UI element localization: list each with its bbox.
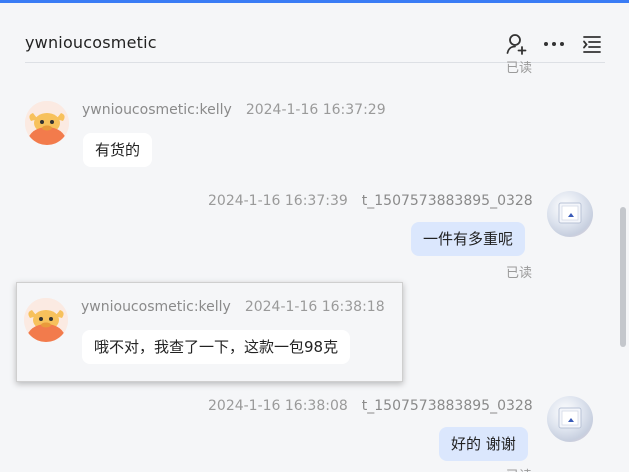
message-meta: 2024-1-16 16:38:08 t_1507573883895_0328 — [208, 398, 533, 414]
avatar[interactable] — [547, 191, 593, 237]
avatar[interactable] — [547, 396, 593, 442]
message-time: 2024-1-16 16:38:08 — [208, 398, 348, 414]
message-meta: ywnioucosmetic:kelly 2024-1-16 16:38:18 — [81, 299, 385, 315]
message-bubble[interactable]: 好的 谢谢 — [439, 427, 528, 461]
message-bubble[interactable]: 有货的 — [83, 133, 153, 167]
sender-name: ywnioucosmetic:kelly — [81, 299, 231, 315]
message-time: 2024-1-16 16:37:39 — [208, 193, 348, 209]
message-meta: ywnioucosmetic:kelly 2024-1-16 16:37:29 — [82, 102, 386, 118]
message-time: 2024-1-16 16:37:29 — [245, 102, 386, 118]
more-icon[interactable] — [542, 32, 566, 56]
add-user-icon[interactable] — [505, 32, 529, 56]
list-menu-icon[interactable] — [580, 32, 604, 56]
read-status: 已读 — [506, 465, 532, 472]
chat-title: ywnioucosmetic — [25, 33, 157, 52]
message-meta: 2024-1-16 16:37:39 t_1507573883895_0328 — [208, 193, 533, 209]
avatar[interactable] — [24, 298, 68, 342]
sender-name: t_1507573883895_0328 — [361, 193, 533, 209]
message-list[interactable]: 已读 ywnioucosmetic:kelly 2024-1-16 16:37:2… — [0, 61, 629, 472]
message-bubble[interactable]: 哦不对，我查了一下，这款一包98克 — [82, 330, 351, 364]
message-bubble[interactable]: 一件有多重呢 — [411, 222, 526, 256]
scrollbar-thumb[interactable] — [620, 207, 626, 347]
chat-header: ywnioucosmetic — [0, 3, 629, 63]
avatar[interactable] — [25, 101, 69, 145]
read-status: 已读 — [506, 266, 533, 281]
read-status: 已读 — [506, 61, 533, 76]
message-time: 2024-1-16 16:38:18 — [244, 299, 385, 315]
sender-name: t_1507573883895_0328 — [361, 398, 533, 414]
highlighted-message[interactable]: ywnioucosmetic:kelly 2024-1-16 16:38:18 哦… — [16, 282, 403, 382]
sender-name: ywnioucosmetic:kelly — [82, 102, 232, 118]
